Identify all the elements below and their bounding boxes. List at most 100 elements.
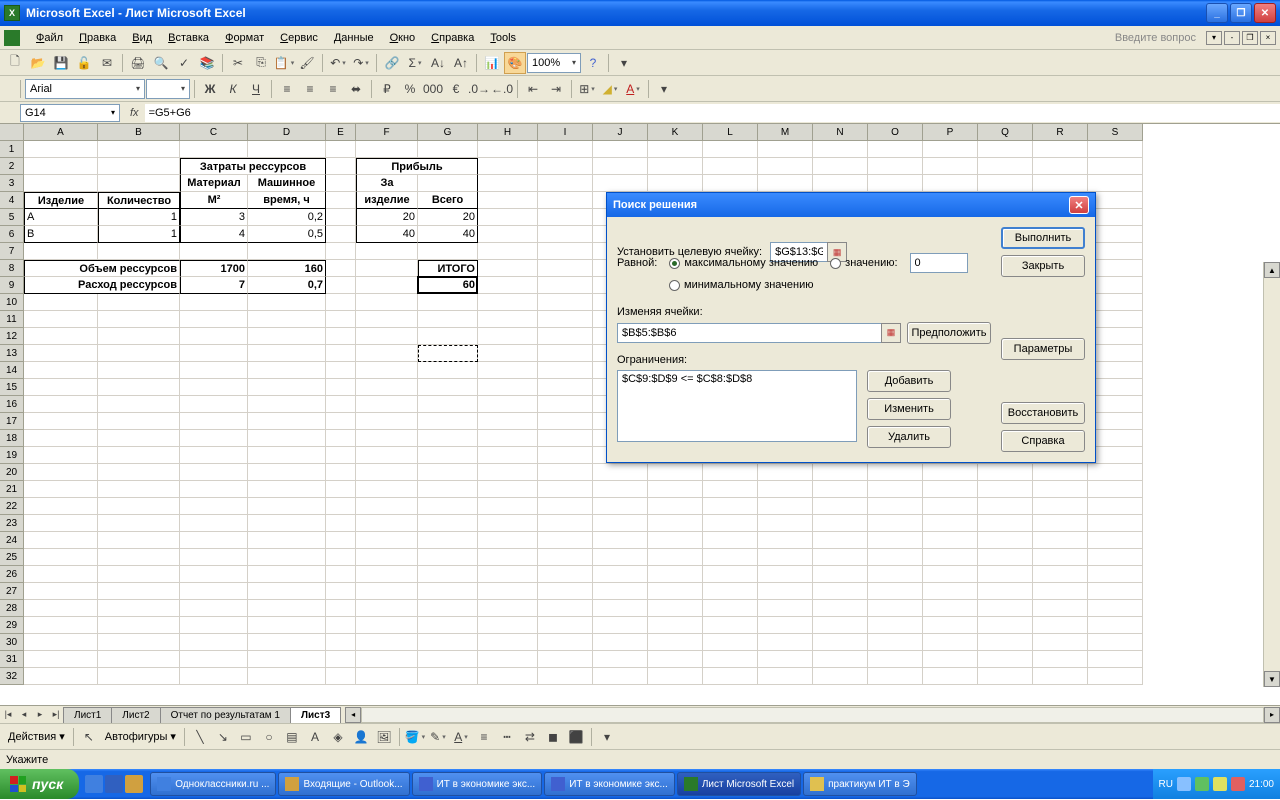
cell-I17[interactable]: [538, 413, 593, 430]
cell-G19[interactable]: [418, 447, 478, 464]
cell-D18[interactable]: [248, 430, 326, 447]
cell-K32[interactable]: [648, 668, 703, 685]
cell-F11[interactable]: [356, 311, 418, 328]
cell-K3[interactable]: [648, 175, 703, 192]
dec-decimal-button[interactable]: ←.0: [491, 78, 513, 100]
cell-D3[interactable]: Машинное: [248, 175, 326, 192]
cell-S5[interactable]: [1088, 209, 1143, 226]
cell-C10[interactable]: [180, 294, 248, 311]
cell-H27[interactable]: [478, 583, 538, 600]
cell-R1[interactable]: [1033, 141, 1088, 158]
cell-I14[interactable]: [538, 362, 593, 379]
cell-M3[interactable]: [758, 175, 813, 192]
cell-F6[interactable]: 40: [356, 226, 418, 243]
cell-D23[interactable]: [248, 515, 326, 532]
cell-M21[interactable]: [758, 481, 813, 498]
cell-K1[interactable]: [648, 141, 703, 158]
research-button[interactable]: 📚: [196, 52, 218, 74]
cell-B7[interactable]: [98, 243, 180, 260]
merge-button[interactable]: ⬌: [345, 78, 367, 100]
cell-E24[interactable]: [326, 532, 356, 549]
cell-H31[interactable]: [478, 651, 538, 668]
cell-I22[interactable]: [538, 498, 593, 515]
cell-C28[interactable]: [180, 600, 248, 617]
help-search[interactable]: Введите вопрос: [1115, 32, 1200, 44]
cell-F14[interactable]: [356, 362, 418, 379]
cell-B28[interactable]: [98, 600, 180, 617]
cell-C15[interactable]: [180, 379, 248, 396]
cell-G1[interactable]: [418, 141, 478, 158]
cell-F13[interactable]: [356, 345, 418, 362]
row-header-25[interactable]: 25: [0, 549, 24, 566]
italic-button[interactable]: К: [222, 78, 244, 100]
cell-E17[interactable]: [326, 413, 356, 430]
inc-decimal-button[interactable]: .0→: [468, 78, 490, 100]
menu-окно[interactable]: Окно: [382, 30, 424, 46]
cell-P23[interactable]: [923, 515, 978, 532]
cell-B17[interactable]: [98, 413, 180, 430]
cell-N28[interactable]: [813, 600, 868, 617]
cell-G20[interactable]: [418, 464, 478, 481]
cell-C29[interactable]: [180, 617, 248, 634]
cell-I3[interactable]: [538, 175, 593, 192]
row-header-9[interactable]: 9: [0, 277, 24, 294]
cell-Q29[interactable]: [978, 617, 1033, 634]
cell-H20[interactable]: [478, 464, 538, 481]
cell-C1[interactable]: [180, 141, 248, 158]
cell-B12[interactable]: [98, 328, 180, 345]
cell-S24[interactable]: [1088, 532, 1143, 549]
suggest-button[interactable]: Предположить: [907, 322, 991, 344]
radio-min[interactable]: минимальному значению: [669, 279, 814, 291]
cell-O25[interactable]: [868, 549, 923, 566]
cell-M27[interactable]: [758, 583, 813, 600]
constraint-item[interactable]: $C$9:$D$9 <= $C$8:$D$8: [622, 373, 852, 385]
col-header-D[interactable]: D: [248, 124, 326, 141]
cell-O24[interactable]: [868, 532, 923, 549]
cell-G13[interactable]: [418, 345, 478, 362]
cell-E23[interactable]: [326, 515, 356, 532]
cell-D28[interactable]: [248, 600, 326, 617]
cell-B18[interactable]: [98, 430, 180, 447]
col-header-Q[interactable]: Q: [978, 124, 1033, 141]
cell-S14[interactable]: [1088, 362, 1143, 379]
cell-J1[interactable]: [593, 141, 648, 158]
fill-color-button[interactable]: ◢▾: [599, 78, 621, 100]
cell-Q26[interactable]: [978, 566, 1033, 583]
cell-C30[interactable]: [180, 634, 248, 651]
add-constraint-button[interactable]: Добавить: [867, 370, 951, 392]
cell-G9[interactable]: 60: [418, 277, 478, 294]
chart-button[interactable]: 📊: [481, 52, 503, 74]
cell-B13[interactable]: [98, 345, 180, 362]
cell-E29[interactable]: [326, 617, 356, 634]
row-header-10[interactable]: 10: [0, 294, 24, 311]
radio-max[interactable]: максимальному значению: [669, 257, 818, 269]
cell-E6[interactable]: [326, 226, 356, 243]
cell-G15[interactable]: [418, 379, 478, 396]
cell-F22[interactable]: [356, 498, 418, 515]
cell-A28[interactable]: [24, 600, 98, 617]
cell-D13[interactable]: [248, 345, 326, 362]
cell-G22[interactable]: [418, 498, 478, 515]
row-header-16[interactable]: 16: [0, 396, 24, 413]
cell-S9[interactable]: [1088, 277, 1143, 294]
cell-M22[interactable]: [758, 498, 813, 515]
cell-G8[interactable]: ИТОГО: [418, 260, 478, 277]
cell-G21[interactable]: [418, 481, 478, 498]
cell-S23[interactable]: [1088, 515, 1143, 532]
cell-A17[interactable]: [24, 413, 98, 430]
cell-R30[interactable]: [1033, 634, 1088, 651]
cut-button[interactable]: ✂: [227, 52, 249, 74]
cell-B10[interactable]: [98, 294, 180, 311]
cell-S17[interactable]: [1088, 413, 1143, 430]
cell-S4[interactable]: [1088, 192, 1143, 209]
menu-файл[interactable]: Файл: [28, 30, 71, 46]
cell-A12[interactable]: [24, 328, 98, 345]
cell-N32[interactable]: [813, 668, 868, 685]
cell-E22[interactable]: [326, 498, 356, 515]
cell-M1[interactable]: [758, 141, 813, 158]
cell-L1[interactable]: [703, 141, 758, 158]
cell-E18[interactable]: [326, 430, 356, 447]
cell-I26[interactable]: [538, 566, 593, 583]
cell-I2[interactable]: [538, 158, 593, 175]
cell-D22[interactable]: [248, 498, 326, 515]
